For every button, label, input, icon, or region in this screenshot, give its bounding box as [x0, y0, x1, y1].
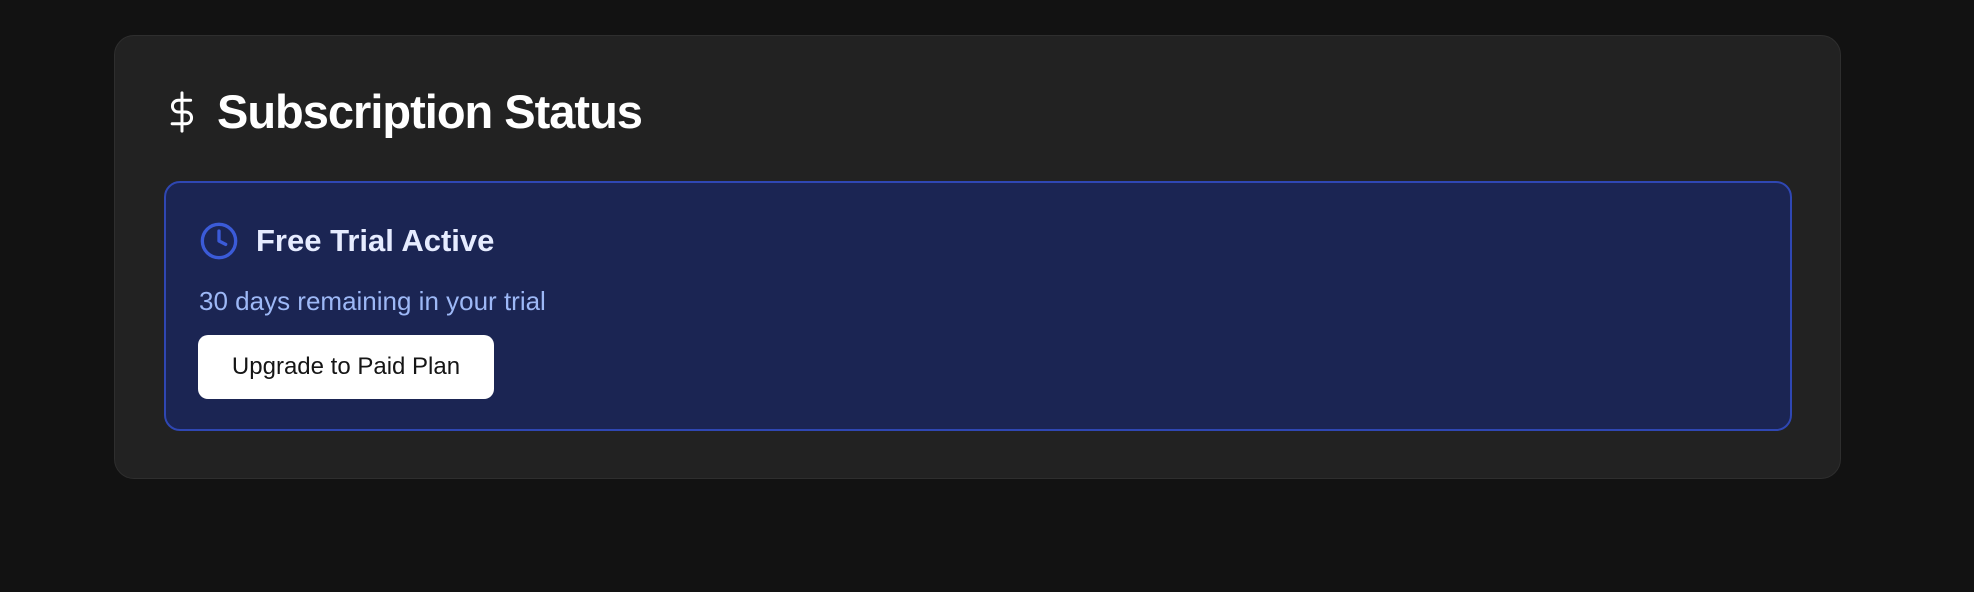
upgrade-button[interactable]: Upgrade to Paid Plan — [198, 335, 494, 399]
trial-status-panel: Free Trial Active 30 days remaining in y… — [164, 181, 1792, 431]
trial-title: Free Trial Active — [256, 223, 495, 258]
dollar-icon — [167, 91, 197, 133]
trial-days-remaining: 30 days remaining in your trial — [199, 286, 546, 316]
card-title: Subscription Status — [217, 85, 643, 138]
trial-header: Free Trial Active — [199, 219, 494, 263]
card-header: Subscription Status — [167, 80, 643, 144]
subscription-status-card: Subscription Status Free Trial Active 30… — [114, 35, 1841, 479]
clock-icon — [199, 221, 239, 261]
